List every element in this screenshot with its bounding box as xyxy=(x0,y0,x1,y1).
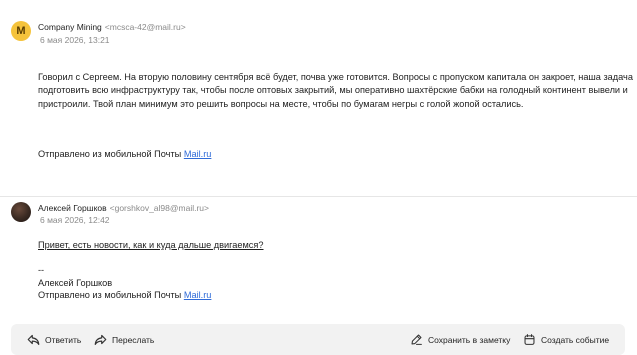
message-date: 6 мая 2026, 12:42 xyxy=(40,215,110,225)
reply-icon xyxy=(27,334,40,345)
message-company-mining: M Company Mining <mcsca-42@mail.ru> 6 мая… xyxy=(0,0,637,196)
forward-label: Переслать xyxy=(112,334,155,345)
mobile-signature: Отправлено из мобильной Почты Mail.ru xyxy=(38,289,211,302)
sender-email[interactable]: <mcsca-42@mail.ru> xyxy=(105,22,186,32)
save-note-label: Сохранить в заметку xyxy=(428,334,511,345)
message-date: 6 мая 2026, 13:21 xyxy=(40,35,110,45)
sender-name[interactable]: Алексей Горшков xyxy=(38,203,107,213)
forward-button[interactable]: Переслать xyxy=(94,324,154,355)
reply-label: Ответить xyxy=(45,334,82,345)
message-actions-bar: Ответить Переслать Сохранить в заметку С… xyxy=(11,324,625,355)
avatar[interactable]: M xyxy=(11,21,31,41)
create-event-label: Создать событие xyxy=(541,334,610,345)
signature-text: Отправлено из мобильной Почты xyxy=(38,290,184,300)
calendar-icon xyxy=(524,334,535,345)
mailru-link[interactable]: Mail.ru xyxy=(184,149,212,159)
signature-text: Отправлено из мобильной Почты xyxy=(38,149,184,159)
signature-separator: -- xyxy=(38,265,45,275)
sender-email[interactable]: <gorshkov_al98@mail.ru> xyxy=(110,203,209,213)
sender: Company Mining <mcsca-42@mail.ru> xyxy=(38,22,186,32)
mobile-signature: Отправлено из мобильной Почты Mail.ru xyxy=(38,148,211,161)
mailru-link[interactable]: Mail.ru xyxy=(184,290,212,300)
save-to-note-button[interactable]: Сохранить в заметку xyxy=(410,324,510,355)
note-icon xyxy=(411,334,422,345)
message-gorshkov: Алексей Горшков <gorshkov_al98@mail.ru> 6… xyxy=(0,196,637,324)
message-body-line: Привет, есть новости, как и куда дальше … xyxy=(38,240,264,250)
message-body: Говорил с Сергеем. На вторую половину се… xyxy=(38,72,633,109)
reply-button[interactable]: Ответить xyxy=(27,324,81,355)
sender: Алексей Горшков <gorshkov_al98@mail.ru> xyxy=(38,203,209,213)
sender-name[interactable]: Company Mining xyxy=(38,22,102,32)
create-event-button[interactable]: Создать событие xyxy=(523,324,609,355)
avatar[interactable] xyxy=(11,202,31,222)
forward-icon xyxy=(94,334,107,345)
